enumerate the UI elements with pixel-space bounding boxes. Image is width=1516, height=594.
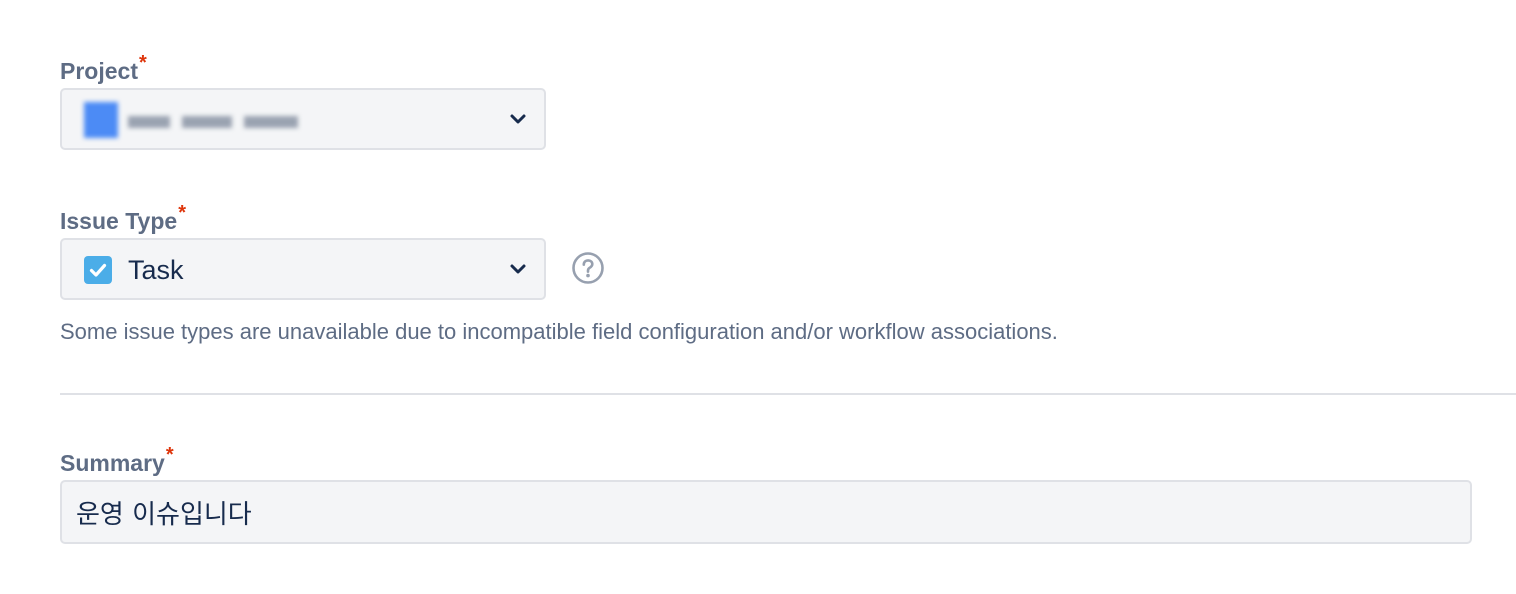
project-avatar-icon [84, 102, 118, 138]
required-asterisk: * [138, 52, 147, 74]
project-label: Project* [60, 52, 147, 87]
issue-type-label: Issue Type* [60, 202, 186, 237]
required-asterisk: * [178, 202, 186, 224]
summary-label-text: Summary [60, 450, 165, 476]
chevron-down-icon [508, 109, 528, 129]
issue-type-label-text: Issue Type [60, 208, 178, 234]
required-asterisk: * [165, 444, 174, 466]
project-label-text: Project [60, 58, 138, 84]
issue-type-note: Some issue types are unavailable due to … [60, 319, 1058, 344]
summary-input[interactable] [60, 480, 1472, 544]
question-circle-icon[interactable] [571, 251, 605, 285]
chevron-down-icon [508, 259, 528, 279]
summary-label: Summary* [60, 444, 174, 479]
divider [60, 393, 1516, 395]
project-select[interactable] [60, 88, 546, 150]
create-issue-form: Project* Issue Type* Task Some issue typ… [0, 0, 1516, 594]
issue-type-select[interactable]: Task [60, 238, 546, 300]
task-checkbox-icon [84, 256, 112, 284]
project-value-redacted [82, 102, 322, 138]
issue-type-value: Task [128, 255, 184, 285]
